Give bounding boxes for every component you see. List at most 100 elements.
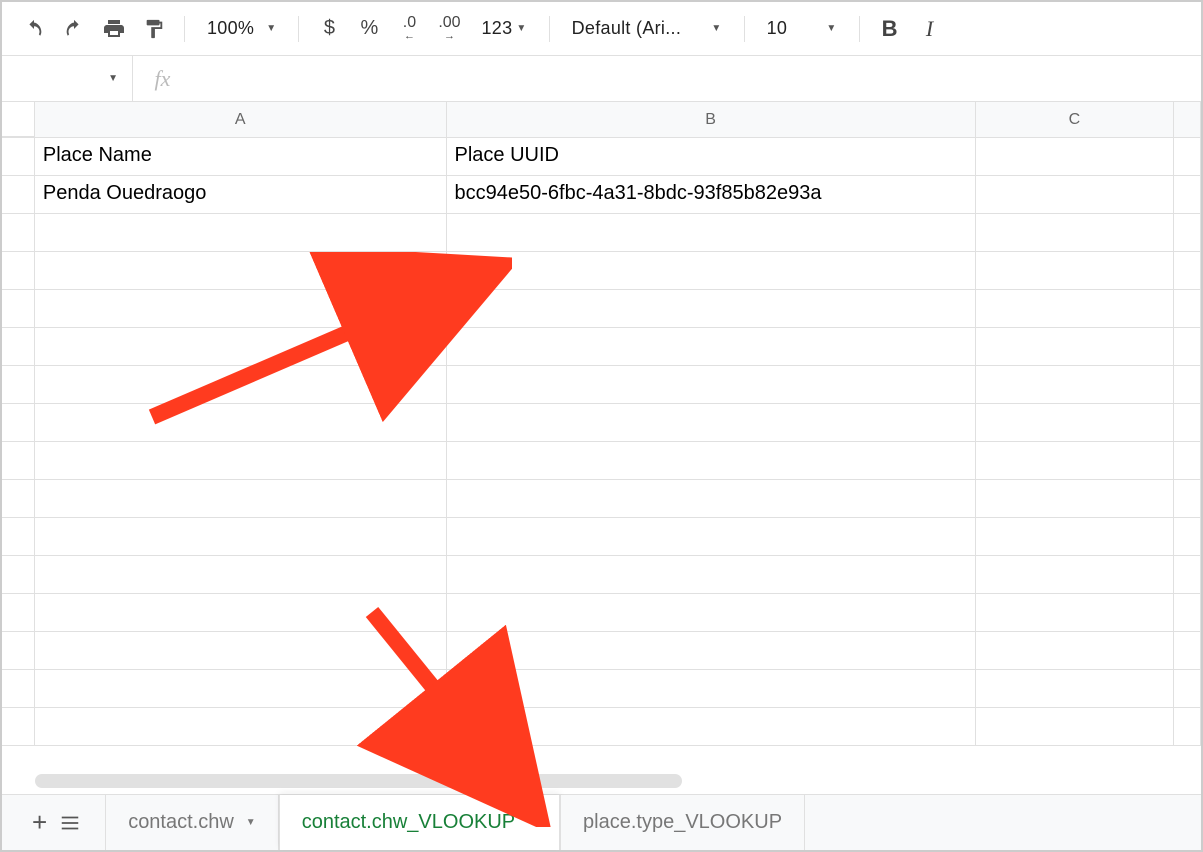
all-sheets-button[interactable] — [59, 812, 81, 834]
cell[interactable] — [1174, 214, 1201, 252]
zoom-dropdown[interactable]: 100% ▼ — [197, 11, 286, 47]
cell[interactable] — [447, 252, 976, 290]
cell[interactable] — [976, 708, 1174, 746]
cell[interactable] — [35, 594, 447, 632]
cell[interactable] — [1174, 404, 1201, 442]
select-all-corner[interactable] — [2, 102, 35, 137]
row-header[interactable] — [2, 594, 35, 632]
cell[interactable] — [447, 442, 976, 480]
cell[interactable] — [447, 594, 976, 632]
cell[interactable] — [35, 214, 447, 252]
cell[interactable] — [1174, 290, 1201, 328]
cell[interactable] — [1174, 442, 1201, 480]
cell[interactable] — [976, 670, 1174, 708]
print-button[interactable] — [96, 11, 132, 47]
decrease-decimal-button[interactable]: .0 ← — [391, 11, 427, 47]
cell[interactable] — [976, 176, 1174, 214]
cell[interactable] — [447, 480, 976, 518]
sheet-tab-3[interactable]: place.type_VLOOKUP — [560, 795, 805, 850]
bold-button[interactable]: B — [872, 11, 908, 47]
row-header[interactable] — [2, 176, 35, 214]
sheet-tab-1[interactable]: contact.chw ▼ — [105, 795, 279, 850]
cell[interactable] — [976, 518, 1174, 556]
row-header[interactable] — [2, 708, 35, 746]
column-header-A[interactable]: A — [35, 102, 447, 137]
cell[interactable]: Place UUID — [447, 138, 976, 176]
cell[interactable] — [447, 556, 976, 594]
cell[interactable] — [447, 518, 976, 556]
cell[interactable] — [1174, 176, 1201, 214]
cell[interactable]: Place Name — [35, 138, 447, 176]
cell[interactable] — [976, 556, 1174, 594]
row-header[interactable] — [2, 328, 35, 366]
cell[interactable] — [447, 290, 976, 328]
row-header[interactable] — [2, 214, 35, 252]
cell[interactable] — [1174, 708, 1201, 746]
cell[interactable] — [35, 670, 447, 708]
row-header[interactable] — [2, 442, 35, 480]
cell[interactable] — [976, 328, 1174, 366]
sheet-tab-2-active[interactable]: contact.chw_VLOOKUP ▼ — [279, 795, 560, 850]
column-header-B[interactable]: B — [447, 102, 976, 137]
cell[interactable] — [447, 670, 976, 708]
cell[interactable] — [976, 594, 1174, 632]
column-header-D[interactable] — [1174, 102, 1201, 137]
cell[interactable] — [35, 404, 447, 442]
cell[interactable] — [35, 328, 447, 366]
horizontal-scrollbar[interactable] — [35, 774, 682, 788]
cell[interactable] — [976, 138, 1174, 176]
cell[interactable] — [35, 366, 447, 404]
number-format-dropdown[interactable]: 123 ▼ — [471, 11, 536, 47]
row-header[interactable] — [2, 670, 35, 708]
cell[interactable] — [1174, 594, 1201, 632]
row-header[interactable] — [2, 366, 35, 404]
format-percent-button[interactable]: % — [351, 11, 387, 47]
redo-button[interactable] — [56, 11, 92, 47]
cell[interactable] — [1174, 366, 1201, 404]
italic-button[interactable]: I — [912, 11, 948, 47]
row-header[interactable] — [2, 404, 35, 442]
name-box[interactable]: ▼ — [2, 73, 132, 84]
cell[interactable]: Penda Ouedraogo — [35, 176, 447, 214]
row-header[interactable] — [2, 632, 35, 670]
cell[interactable] — [447, 366, 976, 404]
increase-decimal-button[interactable]: .00 → — [431, 11, 467, 47]
format-currency-button[interactable]: $ — [311, 11, 347, 47]
cell[interactable] — [1174, 556, 1201, 594]
cell[interactable] — [35, 632, 447, 670]
row-header[interactable] — [2, 518, 35, 556]
cell[interactable] — [447, 328, 976, 366]
cell[interactable] — [976, 480, 1174, 518]
cell[interactable] — [35, 442, 447, 480]
cell[interactable] — [1174, 480, 1201, 518]
cell[interactable] — [976, 290, 1174, 328]
cell[interactable] — [35, 480, 447, 518]
row-header[interactable] — [2, 290, 35, 328]
add-sheet-button[interactable]: + — [32, 807, 47, 838]
cell[interactable]: bcc94e50-6fbc-4a31-8bdc-93f85b82e93a — [447, 176, 976, 214]
cell[interactable] — [976, 214, 1174, 252]
paint-format-button[interactable] — [136, 11, 172, 47]
row-header[interactable] — [2, 480, 35, 518]
cell[interactable] — [976, 632, 1174, 670]
fontsize-dropdown[interactable]: 10 ▼ — [757, 11, 847, 47]
cell[interactable] — [35, 290, 447, 328]
cell[interactable] — [1174, 518, 1201, 556]
cell[interactable] — [447, 632, 976, 670]
cell[interactable] — [1174, 252, 1201, 290]
cell[interactable] — [976, 442, 1174, 480]
cell[interactable] — [35, 518, 447, 556]
cell[interactable] — [1174, 670, 1201, 708]
column-header-C[interactable]: C — [976, 102, 1174, 137]
row-header[interactable] — [2, 138, 35, 176]
row-header[interactable] — [2, 252, 35, 290]
cell[interactable] — [447, 708, 976, 746]
cell[interactable] — [447, 214, 976, 252]
cell[interactable] — [1174, 138, 1201, 176]
row-header[interactable] — [2, 556, 35, 594]
cell[interactable] — [35, 252, 447, 290]
cell[interactable] — [976, 252, 1174, 290]
cell[interactable] — [976, 366, 1174, 404]
undo-button[interactable] — [16, 11, 52, 47]
cell[interactable] — [1174, 328, 1201, 366]
